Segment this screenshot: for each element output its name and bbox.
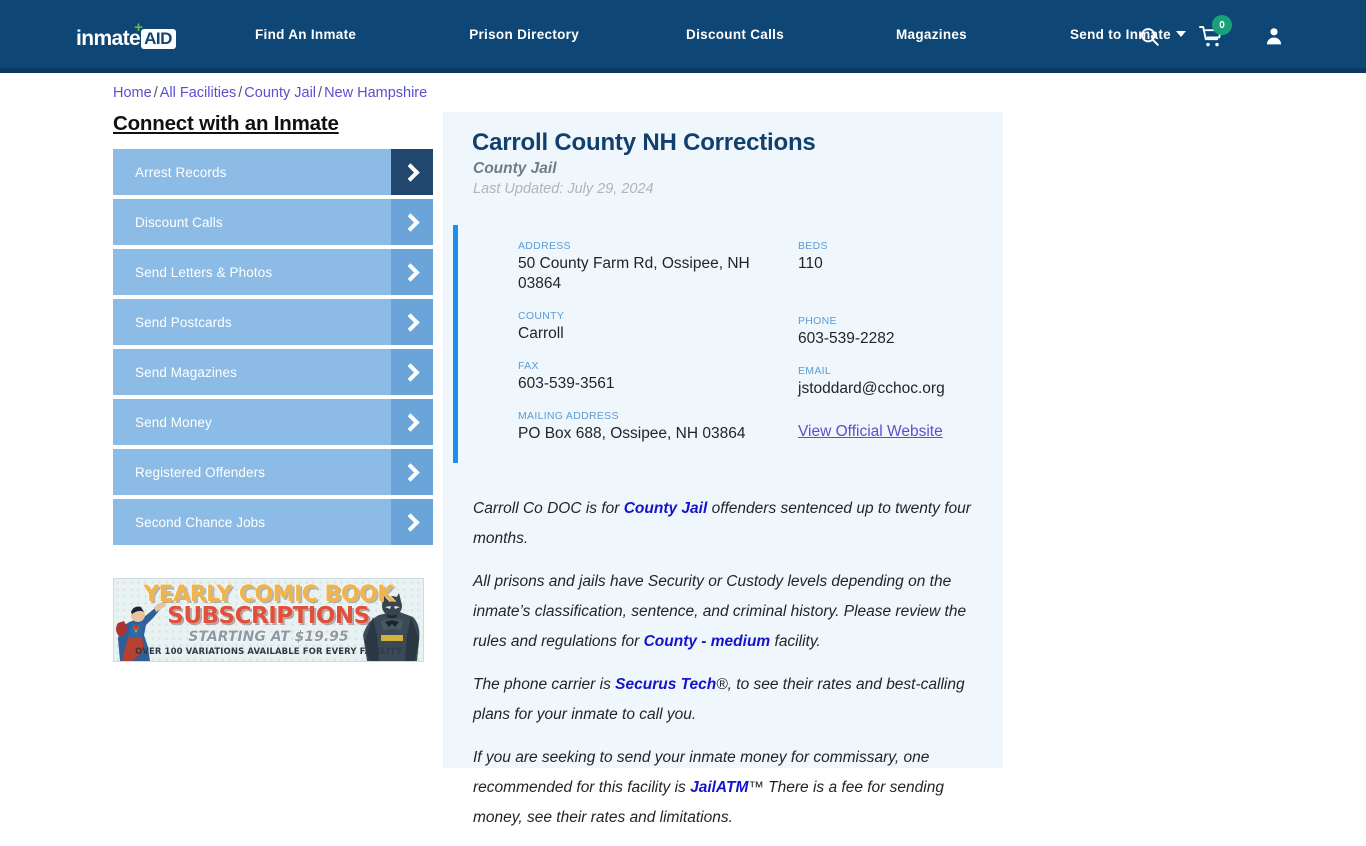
mailing-address-value: PO Box 688, Ossipee, NH 03864: [518, 425, 746, 442]
sidebar-item-send-letters-photos[interactable]: Send Letters & Photos: [113, 249, 433, 295]
user-icon[interactable]: [1263, 25, 1285, 47]
mailing-address-label: MAILING ADDRESS: [518, 410, 619, 422]
address-value: 50 County Farm Rd, Ossipee, NH 03864: [518, 255, 750, 292]
paragraph-4: If you are seeking to send your inmate m…: [473, 743, 989, 833]
chevron-right-icon: [391, 199, 433, 245]
main-navigation: Find An Inmate Prison Directory Discount…: [255, 0, 1186, 68]
county-jail-link[interactable]: County Jail: [624, 500, 708, 517]
paragraph-2: All prisons and jails have Security or C…: [473, 567, 989, 657]
facility-type: County Jail: [473, 160, 557, 177]
nav-item-send-to-inmate[interactable]: Send to Inmate: [1070, 27, 1186, 42]
facility-description: Carroll Co DOC is for County Jail offend…: [473, 494, 989, 846]
p1-text-a: Carroll Co DOC is for: [473, 500, 624, 517]
nav-item-magazines[interactable]: Magazines: [896, 27, 967, 42]
logo-plus-icon: +: [134, 19, 143, 36]
view-official-website-link[interactable]: View Official Website: [798, 423, 943, 441]
logo-aid-text: AID: [144, 29, 172, 48]
phone-value: 603-539-2282: [798, 330, 895, 347]
email-value: jstoddard@cchoc.org: [798, 380, 945, 397]
chevron-right-icon: [391, 499, 433, 545]
breadcrumb: Home / All Facilities / County Jail / New Hamp…: [113, 85, 427, 101]
sidebar-item-registered-offenders[interactable]: Registered Offenders: [113, 449, 433, 495]
chevron-right-icon: [391, 349, 433, 395]
phone-label: PHONE: [798, 315, 837, 327]
breadcrumb-item-home[interactable]: Home: [113, 85, 152, 101]
sidebar-item-label: Second Chance Jobs: [135, 514, 266, 530]
sidebar-item-send-postcards[interactable]: Send Postcards: [113, 299, 433, 345]
logo-wordmark: inmate: [76, 27, 141, 50]
breadcrumb-item-new-hampshire[interactable]: New Hampshire: [324, 85, 427, 101]
sidebar-item-label: Send Money: [135, 414, 212, 430]
sidebar-item-second-chance-jobs[interactable]: Second Chance Jobs: [113, 499, 433, 545]
chevron-right-icon: [391, 449, 433, 495]
sidebar: Connect with an Inmate Arrest Records Di…: [113, 112, 433, 549]
p2-text-b: facility.: [770, 633, 821, 650]
county-label: COUNTY: [518, 310, 565, 322]
chevron-right-icon: [391, 249, 433, 295]
nav-item-discount-calls[interactable]: Discount Calls: [686, 27, 784, 42]
fax-label: FAX: [518, 360, 539, 372]
breadcrumb-item-all-facilities[interactable]: All Facilities: [160, 85, 237, 101]
paragraph-3: The phone carrier is Securus Tech®, to s…: [473, 670, 989, 730]
p3-text-a: The phone carrier is: [473, 676, 616, 693]
sidebar-item-label: Registered Offenders: [135, 464, 266, 480]
trademark-mark: ™: [748, 779, 764, 796]
sidebar-item-label: Send Magazines: [135, 364, 237, 380]
header-bottom-border: [0, 68, 1366, 73]
breadcrumb-separator: /: [318, 85, 323, 101]
sidebar-item-discount-calls[interactable]: Discount Calls: [113, 199, 433, 245]
breadcrumb-separator: /: [238, 85, 243, 101]
chevron-right-icon: [391, 399, 433, 445]
cart-icon[interactable]: 0: [1198, 15, 1232, 50]
sidebar-item-label: Arrest Records: [135, 164, 227, 180]
beds-label: BEDS: [798, 240, 828, 252]
logo-aid-badge: + AID: [134, 20, 176, 49]
jailatm-link[interactable]: JailATM: [690, 779, 748, 796]
fax-value: 603-539-3561: [518, 375, 615, 392]
info-column-right: BEDS 110 PHONE 603-539-2282 EMAIL jstodd…: [798, 240, 1008, 441]
sidebar-item-label: Send Postcards: [135, 314, 232, 330]
search-icon[interactable]: [1138, 25, 1160, 47]
sidebar-item-label: Send Letters & Photos: [135, 264, 273, 280]
info-column-left: ADDRESS 50 County Farm Rd, Ossipee, NH 0…: [518, 240, 768, 460]
chevron-right-icon: [391, 149, 433, 195]
last-updated-text: Last Updated: July 29, 2024: [473, 181, 654, 197]
ad-subtext: OVER 100 VARIATIONS AVAILABLE FOR EVERY …: [135, 647, 402, 657]
nav-item-prison-directory[interactable]: Prison Directory: [469, 27, 579, 42]
paragraph-1: Carroll Co DOC is for County Jail offend…: [473, 494, 989, 554]
sidebar-item-send-money[interactable]: Send Money: [113, 399, 433, 445]
facility-info-panel: ADDRESS 50 County Farm Rd, Ossipee, NH 0…: [453, 225, 993, 463]
registered-mark: ®: [716, 676, 728, 693]
chevron-down-icon: [1175, 30, 1186, 37]
address-label: ADDRESS: [518, 240, 571, 252]
sidebar-title[interactable]: Connect with an Inmate: [113, 112, 433, 136]
securus-tech-link[interactable]: Securus Tech: [615, 676, 716, 693]
accent-bar: [453, 225, 458, 463]
sidebar-item-arrest-records[interactable]: Arrest Records: [113, 149, 433, 195]
county-medium-link[interactable]: County - medium: [644, 633, 771, 650]
sidebar-item-label: Discount Calls: [135, 214, 223, 230]
county-value: Carroll: [518, 325, 564, 342]
beds-value: 110: [798, 255, 823, 272]
ad-price-text: STARTING AT $19.95: [188, 629, 349, 646]
cart-count-badge: 0: [1212, 15, 1232, 35]
comic-book-subscription-ad[interactable]: YEARLY COMIC BOOK SUBSCRIPTIONS STARTING…: [113, 578, 424, 662]
site-logo[interactable]: inmate + AID: [76, 20, 176, 50]
sidebar-item-send-magazines[interactable]: Send Magazines: [113, 349, 433, 395]
facility-detail-card: Carroll County NH Corrections County Jai…: [443, 112, 1003, 826]
nav-item-find-an-inmate[interactable]: Find An Inmate: [255, 27, 356, 42]
site-header: inmate + AID Find An Inmate Prison Direc…: [0, 0, 1366, 73]
ad-headline-2: SUBSCRIPTIONS: [167, 602, 371, 629]
page-title: Carroll County NH Corrections: [472, 129, 816, 156]
breadcrumb-item-county-jail[interactable]: County Jail: [244, 85, 316, 101]
email-label: EMAIL: [798, 365, 832, 377]
chevron-right-icon: [391, 299, 433, 345]
breadcrumb-separator: /: [153, 85, 158, 101]
